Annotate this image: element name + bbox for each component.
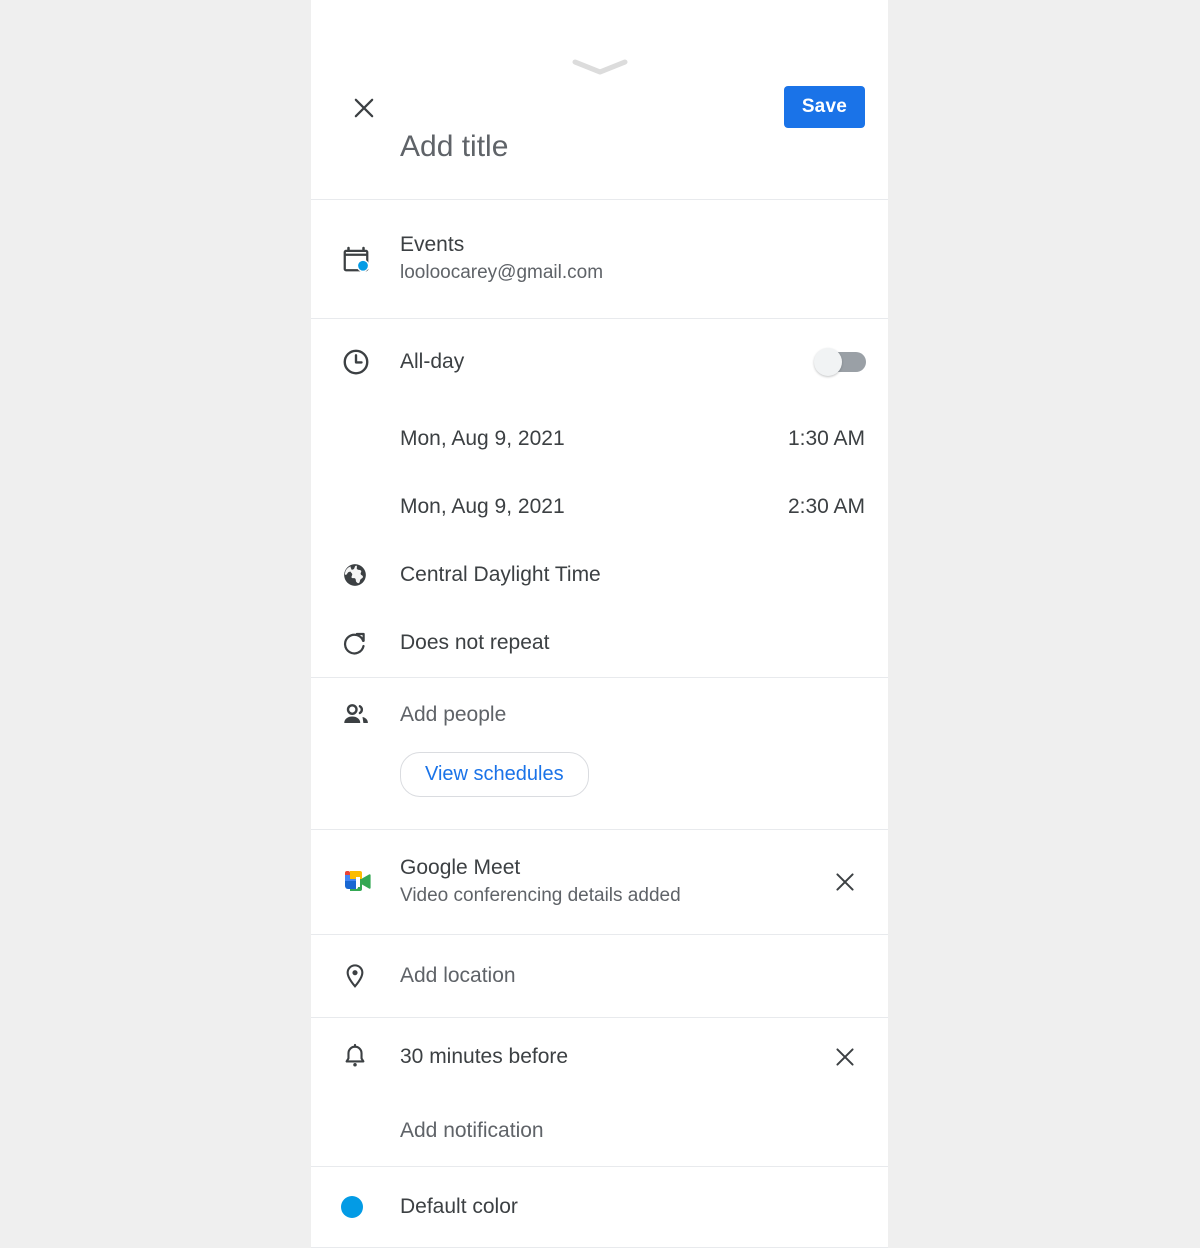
datetime-section: All-day Mon, Aug 9, 2021 1:30 AM Mon, Au… [311,319,888,678]
event-title-input[interactable] [400,130,830,164]
remove-conference-button[interactable] [828,865,862,899]
remove-notification-button[interactable] [828,1040,862,1074]
all-day-row[interactable]: All-day [311,319,888,405]
calendar-selector-row[interactable]: Events looloocarey@gmail.com [311,200,888,318]
close-icon [354,98,374,118]
globe-icon [341,561,391,589]
start-datetime-row[interactable]: Mon, Aug 9, 2021 1:30 AM [311,405,888,473]
location-section: Add location [311,935,888,1018]
clock-icon [341,347,391,377]
event-color-section: Default color [311,1167,888,1248]
event-color-label: Default color [400,1194,518,1218]
calendar-icon [341,244,391,274]
add-notification-row[interactable]: Add notification [311,1096,888,1166]
google-meet-row[interactable]: Google Meet Video conferencing details a… [311,830,888,934]
panel-header: Save [311,0,888,200]
google-meet-icon [341,867,391,897]
location-pin-icon [341,962,391,990]
people-icon [341,700,391,730]
add-notification-label[interactable]: Add notification [400,1119,544,1142]
timezone-label: Central Daylight Time [400,562,601,586]
end-time[interactable]: 2:30 AM [788,495,865,519]
timezone-row[interactable]: Central Daylight Time [311,541,888,609]
event-color-row[interactable]: Default color [311,1167,888,1247]
recurrence-row[interactable]: Does not repeat [311,609,888,677]
screen: Save Events looloocarey@gmail.com [0,0,1200,1248]
add-location-placeholder[interactable]: Add location [400,964,516,987]
close-icon [836,873,854,891]
save-button[interactable]: Save [783,86,865,128]
calendar-name: Events [400,233,465,257]
add-location-row[interactable]: Add location [311,935,888,1017]
drag-handle[interactable] [311,58,888,76]
notifications-section: 30 minutes before Add notification [311,1018,888,1167]
add-people-row[interactable]: Add people [311,678,888,752]
create-event-panel: Save Events looloocarey@gmail.com [311,0,888,1248]
start-date[interactable]: Mon, Aug 9, 2021 [400,427,565,451]
all-day-toggle[interactable] [814,348,866,376]
bell-icon [341,1043,391,1071]
view-schedules-button[interactable]: View schedules [400,752,589,797]
notification-value: 30 minutes before [400,1044,569,1068]
chevron-down-icon [572,59,627,75]
toggle-knob [814,348,842,376]
recurrence-label: Does not repeat [400,630,550,654]
close-button[interactable] [344,88,384,128]
conference-section: Google Meet Video conferencing details a… [311,830,888,935]
calendar-section: Events looloocarey@gmail.com [311,200,888,319]
conference-title: Google Meet [400,856,521,880]
close-icon [836,1048,854,1066]
start-time[interactable]: 1:30 AM [788,427,865,451]
guests-section: Add people View schedules [311,678,888,830]
notification-row[interactable]: 30 minutes before [311,1018,888,1096]
repeat-icon [341,629,391,657]
all-day-label: All-day [400,349,465,373]
add-people-placeholder[interactable]: Add people [400,703,506,726]
end-date[interactable]: Mon, Aug 9, 2021 [400,495,565,519]
conference-subtitle: Video conferencing details added [400,885,681,907]
calendar-dot-icon [358,260,368,271]
calendar-account: looloocarey@gmail.com [400,262,604,284]
end-datetime-row[interactable]: Mon, Aug 9, 2021 2:30 AM [311,473,888,541]
color-dot-icon [341,1196,391,1218]
